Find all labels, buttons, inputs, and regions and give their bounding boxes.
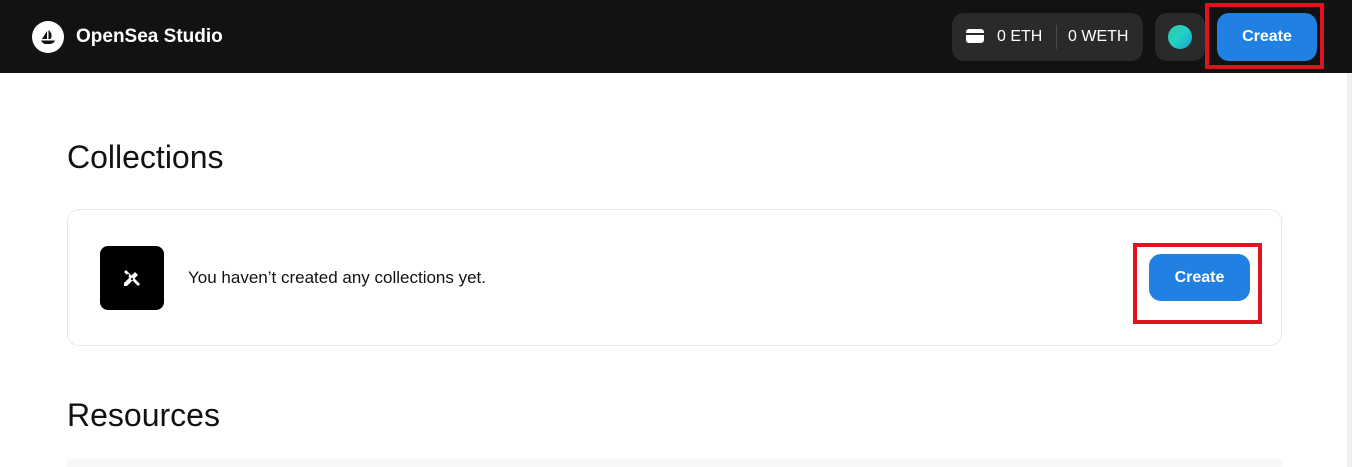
wallet-balance-button[interactable]: 0 ETH 0 WETH — [952, 13, 1143, 61]
eth-balance: 0 ETH — [997, 28, 1043, 45]
resources-card-edge — [67, 459, 1282, 467]
collections-heading: Collections — [67, 139, 224, 175]
divider — [1056, 25, 1057, 49]
weth-balance: 0 WETH — [1068, 28, 1129, 45]
profile-button[interactable] — [1155, 13, 1205, 61]
wallet-icon — [966, 28, 984, 49]
scrollbar-track[interactable] — [1347, 73, 1352, 467]
brand-name[interactable]: OpenSea Studio — [76, 26, 223, 48]
pencil-ruler-icon — [100, 246, 164, 310]
opensea-logo-icon[interactable] — [32, 21, 64, 53]
empty-collections-message: You haven’t created any collections yet. — [188, 268, 487, 287]
highlight-box-collection-create — [1133, 243, 1262, 324]
top-navigation-bar: OpenSea Studio 0 ETH 0 WETH Create — [0, 0, 1352, 73]
highlight-box-header-create — [1205, 3, 1324, 69]
avatar — [1168, 25, 1192, 49]
resources-heading: Resources — [67, 397, 220, 433]
